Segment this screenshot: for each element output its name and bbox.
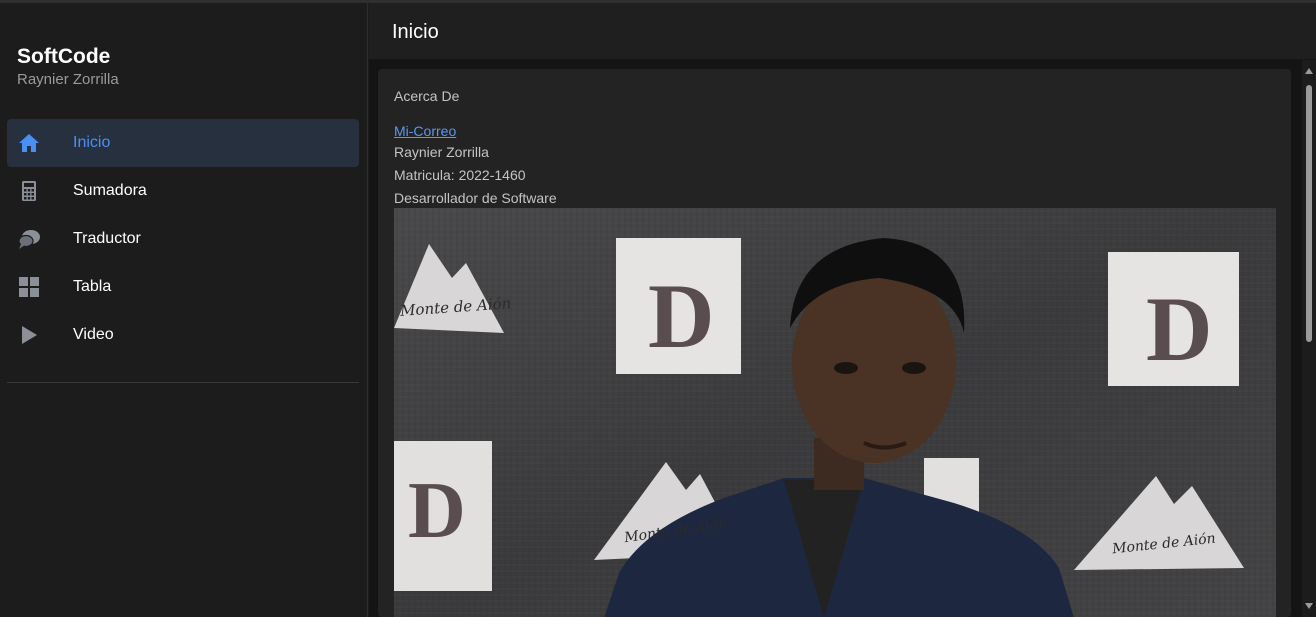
app-title: SoftCode [17,45,111,68]
about-card: Acerca De Mi-Correo Raynier Zorrilla Mat… [378,69,1291,617]
scroll-down-icon[interactable] [1305,603,1313,609]
app-window: SoftCode Raynier Zorrilla Inicio Sumador… [0,0,1316,617]
sidebar-item-traductor[interactable]: Traductor [7,215,359,263]
sidebar-item-label: Video [73,326,114,343]
grid-icon [17,275,41,299]
calculator-icon [17,179,41,203]
sidebar-item-label: Traductor [73,230,141,247]
sidebar-nav: Inicio Sumadora Traductor Tabla Video [7,119,359,359]
sidebar-item-sumadora[interactable]: Sumadora [7,167,359,215]
main-area: Inicio Acerca De Mi-Correo Raynier Zorri… [369,3,1316,617]
home-icon [17,131,41,155]
profile-photo: D D D Monte de Aión Monte de Aión Monte … [394,208,1276,617]
matricula-text: Matricula: 2022-1460 [394,167,526,183]
page-header: Inicio [369,3,1316,60]
sidebar-divider [7,382,359,383]
sidebar-item-label: Sumadora [73,182,147,199]
banner-letter-left: D [408,467,466,555]
play-icon [17,323,41,347]
scroll-up-icon[interactable] [1305,68,1313,74]
profile-name: Raynier Zorrilla [394,144,489,160]
sidebar-item-inicio[interactable]: Inicio [7,119,359,167]
app-subtitle: Raynier Zorrilla [17,71,119,88]
email-link[interactable]: Mi-Correo [394,123,456,139]
banner-letter: D [648,265,715,367]
role-text: Desarrollador de Software [394,190,557,206]
scrollbar-thumb[interactable] [1306,85,1312,342]
chat-bubbles-icon [17,227,41,251]
sidebar-item-video[interactable]: Video [7,311,359,359]
sidebar-item-label: Inicio [73,134,111,151]
sidebar: SoftCode Raynier Zorrilla Inicio Sumador… [0,3,368,617]
sidebar-item-label: Tabla [73,278,112,295]
sidebar-item-tabla[interactable]: Tabla [7,263,359,311]
content-scrollbar[interactable] [1302,60,1316,617]
page-title: Inicio [392,21,439,43]
banner-letter-right: D [1146,278,1213,380]
section-title: Acerca De [394,88,460,104]
